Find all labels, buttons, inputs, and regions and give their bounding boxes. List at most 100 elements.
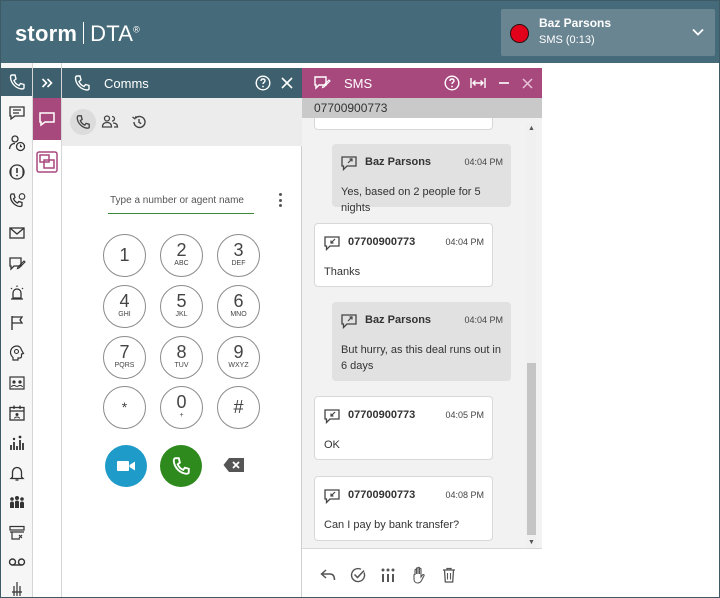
- rail-reporting[interactable]: [1, 339, 32, 367]
- key-0[interactable]: 0 +: [160, 386, 203, 429]
- more-options-button[interactable]: [274, 190, 286, 210]
- dial-search-input[interactable]: [108, 188, 254, 213]
- key-letters: JKL: [175, 311, 188, 318]
- rail-team[interactable]: [1, 488, 32, 516]
- close-sms-button[interactable]: [519, 75, 535, 91]
- message-bubble-incoming: 07700900773 04:08 PM Can I pay by bank t…: [314, 476, 493, 541]
- dial-search-field: [108, 188, 254, 214]
- message-bubble-partial: [314, 118, 493, 130]
- phone-icon: [172, 457, 190, 475]
- rail-alerts[interactable]: [1, 158, 32, 186]
- help-button[interactable]: [444, 75, 460, 91]
- reply-button[interactable]: [320, 567, 336, 583]
- hold-button[interactable]: [411, 566, 427, 584]
- scroll-up-arrow-icon[interactable]: ▲: [527, 123, 536, 135]
- conversation-scrollbar[interactable]: ▲ ▼: [526, 123, 536, 551]
- outgoing-sms-icon: [341, 314, 357, 329]
- key-9[interactable]: 9 WXYZ: [217, 336, 260, 379]
- help-button[interactable]: [255, 75, 271, 91]
- rail-voicemail[interactable]: [1, 548, 32, 576]
- left-nav-rail: [1, 63, 33, 597]
- incoming-sms-icon: [324, 409, 340, 424]
- key-star[interactable]: *: [103, 386, 146, 429]
- message-text: Yes, based on 2 people for 5 nights: [341, 186, 481, 214]
- message-text: But hurry, as this deal runs out in 6 da…: [341, 344, 501, 372]
- key-3[interactable]: 3 DEF: [217, 234, 260, 277]
- key-letters: MNO: [230, 311, 247, 318]
- delete-button[interactable]: [441, 567, 457, 583]
- message-text: OK: [324, 439, 340, 451]
- message-sender: 07700900773: [348, 236, 416, 248]
- key-digit: 3: [233, 240, 244, 260]
- logo-divider: [83, 22, 85, 44]
- double-chevron-right-icon: [41, 78, 53, 88]
- logo-storm-text: storm: [15, 21, 78, 46]
- key-digit: *: [121, 399, 128, 415]
- expand-width-button[interactable]: [470, 75, 486, 91]
- close-comms-button[interactable]: [279, 75, 295, 91]
- reply-icon: [320, 569, 336, 581]
- rail-agent-status[interactable]: [1, 129, 32, 157]
- video-call-button[interactable]: [105, 445, 147, 487]
- rail-notifications[interactable]: [1, 459, 32, 487]
- rail-email[interactable]: [1, 219, 32, 247]
- minimize-button[interactable]: [496, 75, 512, 91]
- kebab-dot: [278, 198, 282, 202]
- sms-edit-icon: [8, 257, 26, 271]
- rail-settings[interactable]: [1, 575, 32, 597]
- rail-flag[interactable]: [1, 309, 32, 337]
- tab-dialpad[interactable]: [70, 109, 96, 135]
- key-digit: 0: [176, 392, 187, 412]
- rail-call-history[interactable]: [1, 187, 32, 215]
- video-camera-icon: [117, 461, 135, 471]
- backspace-icon[interactable]: [223, 457, 245, 473]
- call-history-icon: [9, 193, 25, 208]
- key-7[interactable]: 7 PQRS: [103, 336, 146, 379]
- incoming-sms-icon: [324, 489, 340, 504]
- sms-panel-tab[interactable]: [33, 98, 61, 140]
- check-circle-icon: [350, 567, 366, 583]
- message-text: Can I pay by bank transfer?: [324, 519, 460, 531]
- webchat-icon: [36, 151, 58, 173]
- key-2[interactable]: 2 ABC: [160, 234, 203, 277]
- sms-chat-icon: [39, 112, 55, 127]
- agent-status-icon: [8, 135, 25, 152]
- expand-panels-button[interactable]: [33, 68, 61, 98]
- key-4[interactable]: 4 GHI: [103, 285, 146, 328]
- user-name: Baz Parsons: [539, 16, 612, 30]
- user-status-box[interactable]: Baz Parsons SMS (0:13): [501, 9, 715, 56]
- scrollbar-thumb[interactable]: [527, 363, 536, 535]
- key-hash[interactable]: #: [217, 386, 260, 429]
- transfer-button[interactable]: [380, 567, 396, 583]
- rail-chat[interactable]: [1, 99, 32, 127]
- webchat-panel-tab[interactable]: [33, 146, 61, 178]
- complete-button[interactable]: [350, 567, 366, 583]
- chevron-down-icon[interactable]: [691, 25, 705, 39]
- key-8[interactable]: 8 TUV: [160, 336, 203, 379]
- key-5[interactable]: 5 JKL: [160, 285, 203, 328]
- rail-contacts[interactable]: [1, 369, 32, 397]
- key-6[interactable]: 6 MNO: [217, 285, 260, 328]
- stats-icon: [9, 435, 24, 450]
- rail-alarm[interactable]: [1, 279, 32, 307]
- rail-stats[interactable]: [1, 429, 32, 457]
- comms-tabs: [62, 98, 302, 146]
- panel-switcher-rail: [33, 63, 62, 597]
- message-sender: 07700900773: [348, 489, 416, 501]
- tab-agents[interactable]: [99, 111, 121, 133]
- rail-phone[interactable]: [1, 68, 32, 96]
- key-letters: WXYZ: [228, 362, 249, 369]
- tab-history[interactable]: [128, 111, 150, 133]
- key-1[interactable]: 1: [103, 234, 146, 277]
- message-time: 04:04 PM: [464, 315, 503, 325]
- rail-calendar[interactable]: [1, 399, 32, 427]
- rail-sms[interactable]: [1, 250, 32, 278]
- chat-icon: [8, 106, 25, 121]
- key-digit: 6: [233, 291, 244, 311]
- rail-queue[interactable]: [1, 519, 32, 547]
- team-icon: [9, 496, 24, 508]
- sms-contact-number: 07700900773: [314, 101, 388, 115]
- message-time: 04:04 PM: [445, 237, 484, 247]
- phone-icon: [76, 115, 90, 129]
- voice-call-button[interactable]: [160, 445, 202, 487]
